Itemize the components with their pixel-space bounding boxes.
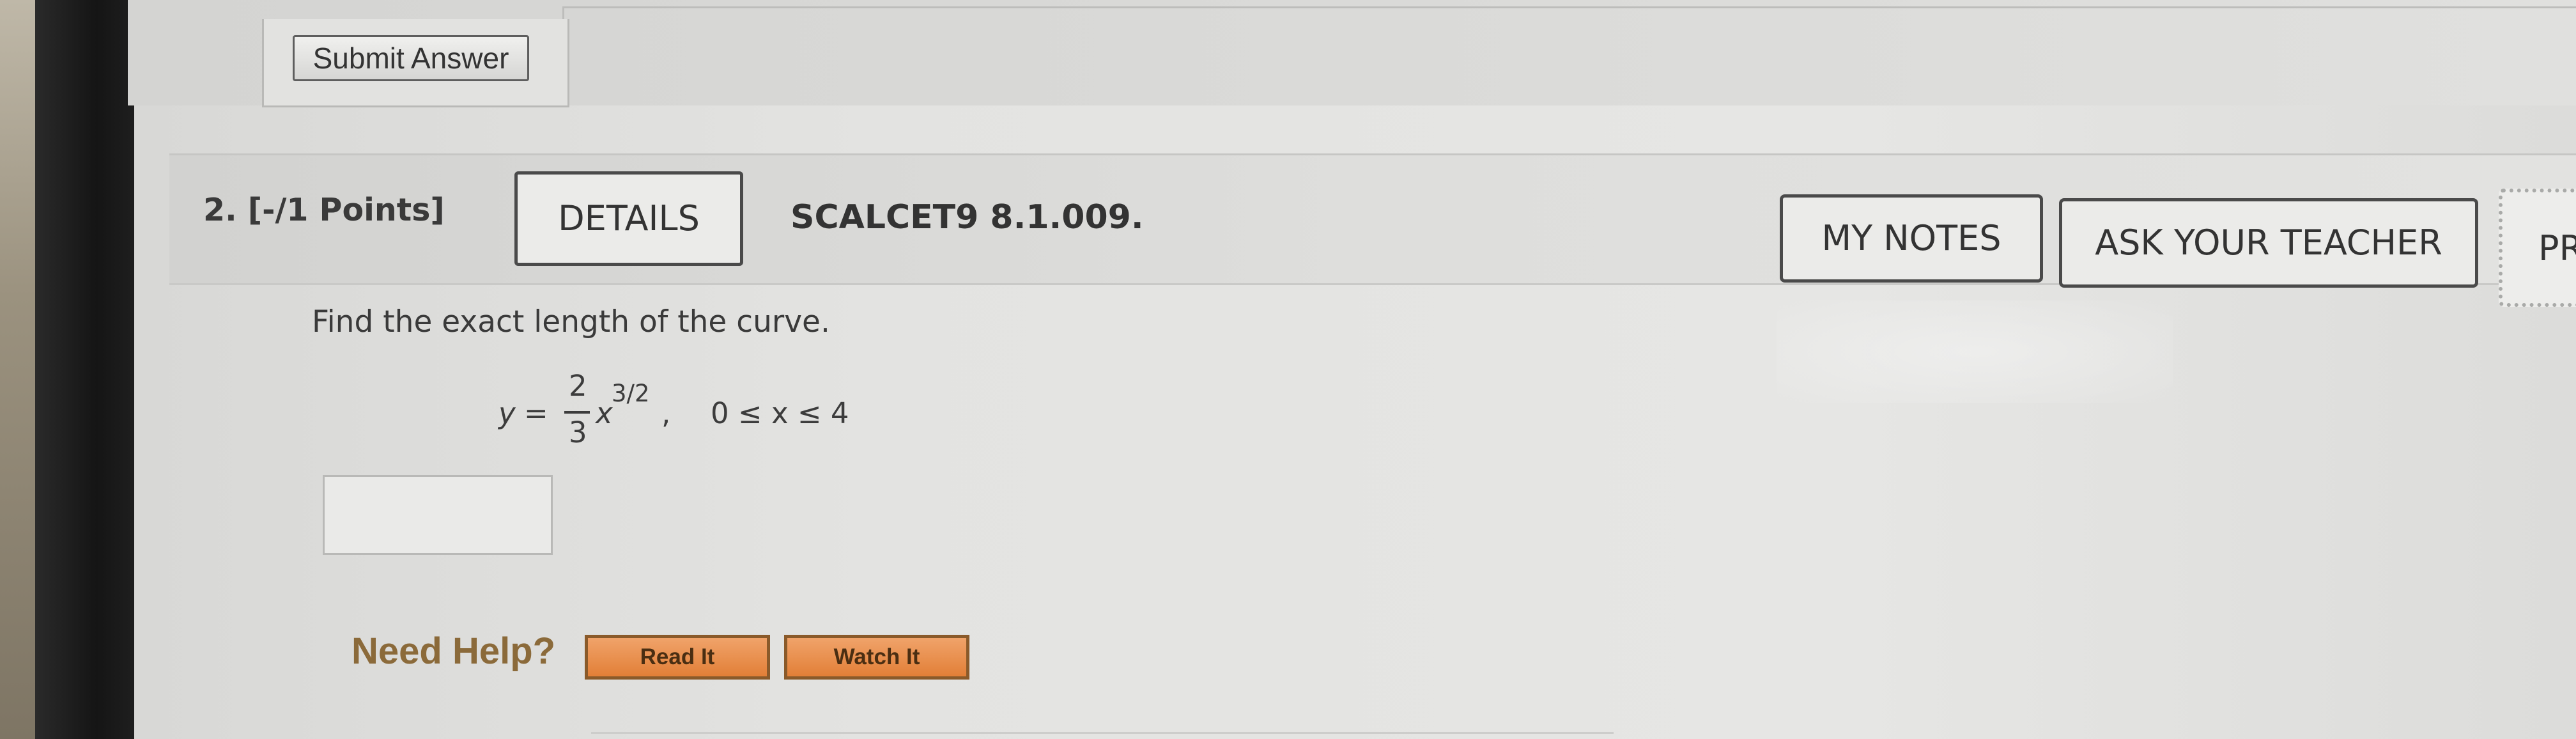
equation-domain: 0 ≤ x ≤ 4 [711,396,849,430]
monitor-bezel [35,0,137,739]
previous-question-frame [562,6,2576,43]
equation-lhs: y [498,396,516,430]
submit-answer-button[interactable]: Submit Answer [293,35,529,81]
fraction-numerator: 2 [569,369,587,403]
section-divider [591,732,1614,734]
my-notes-button[interactable]: MY NOTES [1780,194,2043,283]
screen-glare [1777,300,2173,403]
watch-it-button[interactable]: Watch It [784,635,969,680]
answer-input[interactable] [323,475,553,555]
need-help-label: Need Help? [351,630,556,672]
fraction-bar [564,411,590,414]
question-number-points: 2. [-/1 Points] [203,192,445,228]
details-button[interactable]: DETAILS [514,171,743,266]
fraction-denominator: 3 [569,416,587,449]
problem-instruction: Find the exact length of the curve. [312,304,830,339]
equation-variable: x [596,396,613,430]
screen-area [134,0,2576,739]
equation-separator: , [661,396,671,430]
question-code: SCALCET9 8.1.009. [791,198,1144,237]
read-it-button[interactable]: Read It [585,635,770,680]
equation-equals: = [524,396,548,430]
ask-your-teacher-button[interactable]: ASK YOUR TEACHER [2059,198,2478,288]
equation-exponent: 3/2 [612,380,650,407]
practice-another-button[interactable]: PR [2499,189,2576,307]
